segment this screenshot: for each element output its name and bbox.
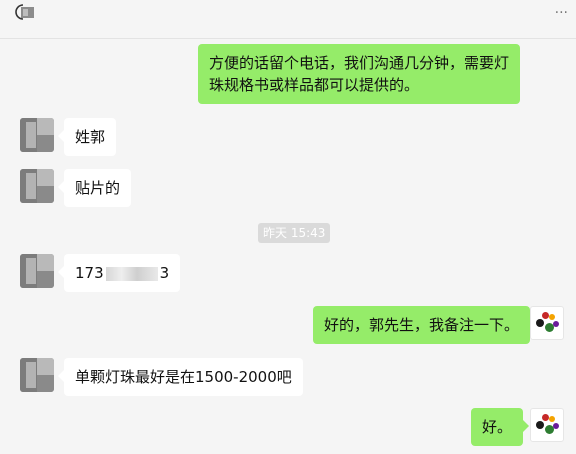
message-outgoing[interactable]: 好。	[471, 408, 530, 446]
contact-avatar[interactable]	[20, 118, 54, 152]
contact-avatar[interactable]	[20, 358, 54, 392]
contact-avatar[interactable]	[20, 169, 54, 203]
chat-header: ···	[0, 0, 576, 39]
timestamp-divider: 昨天 15:43	[258, 223, 331, 243]
phone-suffix: 3	[159, 264, 170, 282]
conversation-icon[interactable]	[14, 2, 40, 22]
phone-prefix: 173	[75, 264, 104, 282]
self-avatar[interactable]	[530, 408, 564, 442]
more-icon[interactable]: ···	[555, 6, 568, 20]
contact-avatar[interactable]	[20, 254, 54, 288]
message-incoming[interactable]: 贴片的	[57, 169, 132, 207]
message-outgoing[interactable]: 方便的话留个电话，我们沟通几分钟，需要灯珠规格书或样品都可以提供的。	[198, 44, 520, 104]
message-incoming[interactable]: 姓郭	[57, 118, 117, 156]
self-avatar[interactable]	[530, 306, 564, 340]
message-incoming[interactable]: 单颗灯珠最好是在1500-2000吧	[58, 358, 303, 396]
message-incoming-phone[interactable]: 173 3	[57, 254, 181, 292]
redaction-mask	[105, 266, 158, 281]
message-outgoing[interactable]: 好的，郭先生，我备注一下。	[313, 306, 537, 344]
